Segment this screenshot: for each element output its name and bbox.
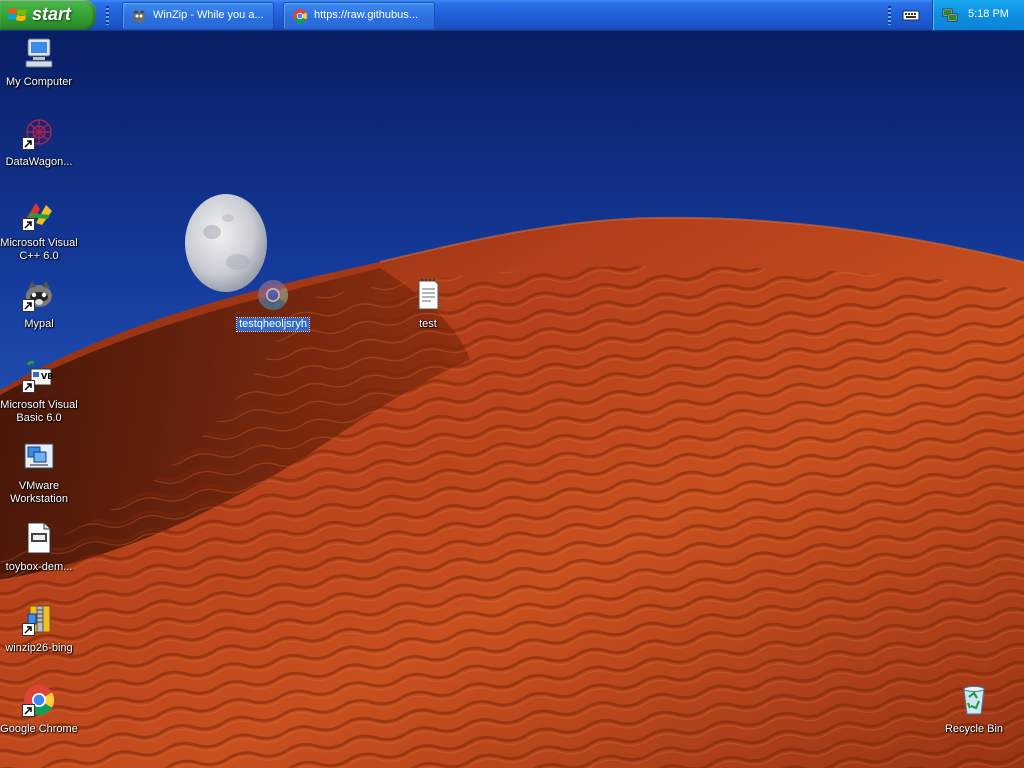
task-label: https://raw.githubus... bbox=[314, 9, 418, 21]
desktop-icon-label: VMware Workstation bbox=[10, 480, 68, 505]
desktop-wallpaper bbox=[0, 0, 1024, 768]
task-winzip[interactable]: WinZip - While you a... bbox=[122, 2, 274, 30]
keyboard-icon[interactable] bbox=[900, 6, 922, 24]
desktop-icon-toybox[interactable]: toybox-dem... bbox=[0, 521, 79, 574]
desktop-icon-my-computer[interactable]: My Computer bbox=[0, 36, 79, 89]
desktop-icon-label: winzip26-bing bbox=[5, 642, 73, 654]
desktop-icon-label: Mypal bbox=[24, 318, 54, 330]
winzip-icon bbox=[133, 10, 145, 23]
desktop-icon-label: toybox-dem... bbox=[5, 561, 73, 573]
shortcut-arrow-icon bbox=[22, 704, 35, 717]
desktop-icon-vmware[interactable]: VMware Workstation bbox=[0, 440, 79, 506]
my-computer-icon bbox=[25, 38, 53, 68]
desktop-icon-label: testqheoljsryh bbox=[236, 317, 310, 332]
desktop-icon-winzip26[interactable]: winzip26-bing bbox=[0, 602, 79, 655]
taskbar-grip[interactable] bbox=[888, 6, 891, 25]
desktop-icon-label: DataWagon... bbox=[5, 156, 73, 168]
desktop-icon-test[interactable]: test bbox=[388, 278, 468, 331]
taskbar: start WinZip - While you a... https://ra… bbox=[0, 0, 1024, 31]
taskbar-grip[interactable] bbox=[106, 6, 109, 25]
svg-text:VB: VB bbox=[41, 372, 53, 381]
desktop-icon-label: Google Chrome bbox=[0, 723, 78, 735]
desktop-icon-label: test bbox=[419, 318, 437, 330]
windows-flag-icon bbox=[8, 8, 27, 21]
recycle-bin-icon bbox=[963, 686, 985, 715]
desktop-icon-datawagon[interactable]: DataWagon... bbox=[0, 116, 79, 169]
desktop-icon-label: Microsoft Visual C++ 6.0 bbox=[0, 237, 78, 262]
desktop-icon-mypal[interactable]: Mypal bbox=[0, 278, 79, 331]
shortcut-arrow-icon bbox=[22, 623, 35, 636]
shortcut-arrow-icon bbox=[22, 299, 35, 312]
shortcut-arrow-icon bbox=[22, 380, 35, 393]
vmware-icon bbox=[24, 443, 54, 469]
chrome-icon bbox=[293, 9, 308, 24]
desktop-icon-label: Recycle Bin bbox=[944, 723, 1004, 735]
desktop-icon-google-chrome[interactable]: Google Chrome bbox=[0, 683, 79, 736]
shortcut-arrow-icon bbox=[22, 218, 35, 231]
desktop-icon-visual-cpp[interactable]: Microsoft Visual C++ 6.0 bbox=[0, 197, 79, 263]
desktop-icon-testqheoljsryh[interactable]: testqheoljsryh bbox=[233, 278, 313, 332]
start-button[interactable]: start bbox=[0, 0, 96, 30]
desktop-icon-visual-basic[interactable]: VB Microsoft Visual Basic 6.0 bbox=[0, 359, 79, 425]
desktop-icon-label: Microsoft Visual Basic 6.0 bbox=[0, 399, 78, 424]
network-icon[interactable] bbox=[942, 7, 958, 23]
system-tray: 5:18 PM bbox=[932, 0, 1024, 30]
chrome-icon bbox=[258, 280, 289, 311]
desktop-icon-label: My Computer bbox=[5, 76, 73, 88]
task-chrome[interactable]: https://raw.githubus... bbox=[283, 2, 435, 30]
text-file-icon bbox=[418, 279, 439, 310]
task-label: WinZip - While you a... bbox=[153, 9, 264, 21]
shortcut-arrow-icon bbox=[22, 137, 35, 150]
file-icon bbox=[27, 522, 51, 554]
desktop-icon-recycle-bin[interactable]: Recycle Bin bbox=[934, 683, 1014, 736]
clock[interactable]: 5:18 PM bbox=[968, 8, 1009, 20]
start-label: start bbox=[32, 4, 72, 24]
